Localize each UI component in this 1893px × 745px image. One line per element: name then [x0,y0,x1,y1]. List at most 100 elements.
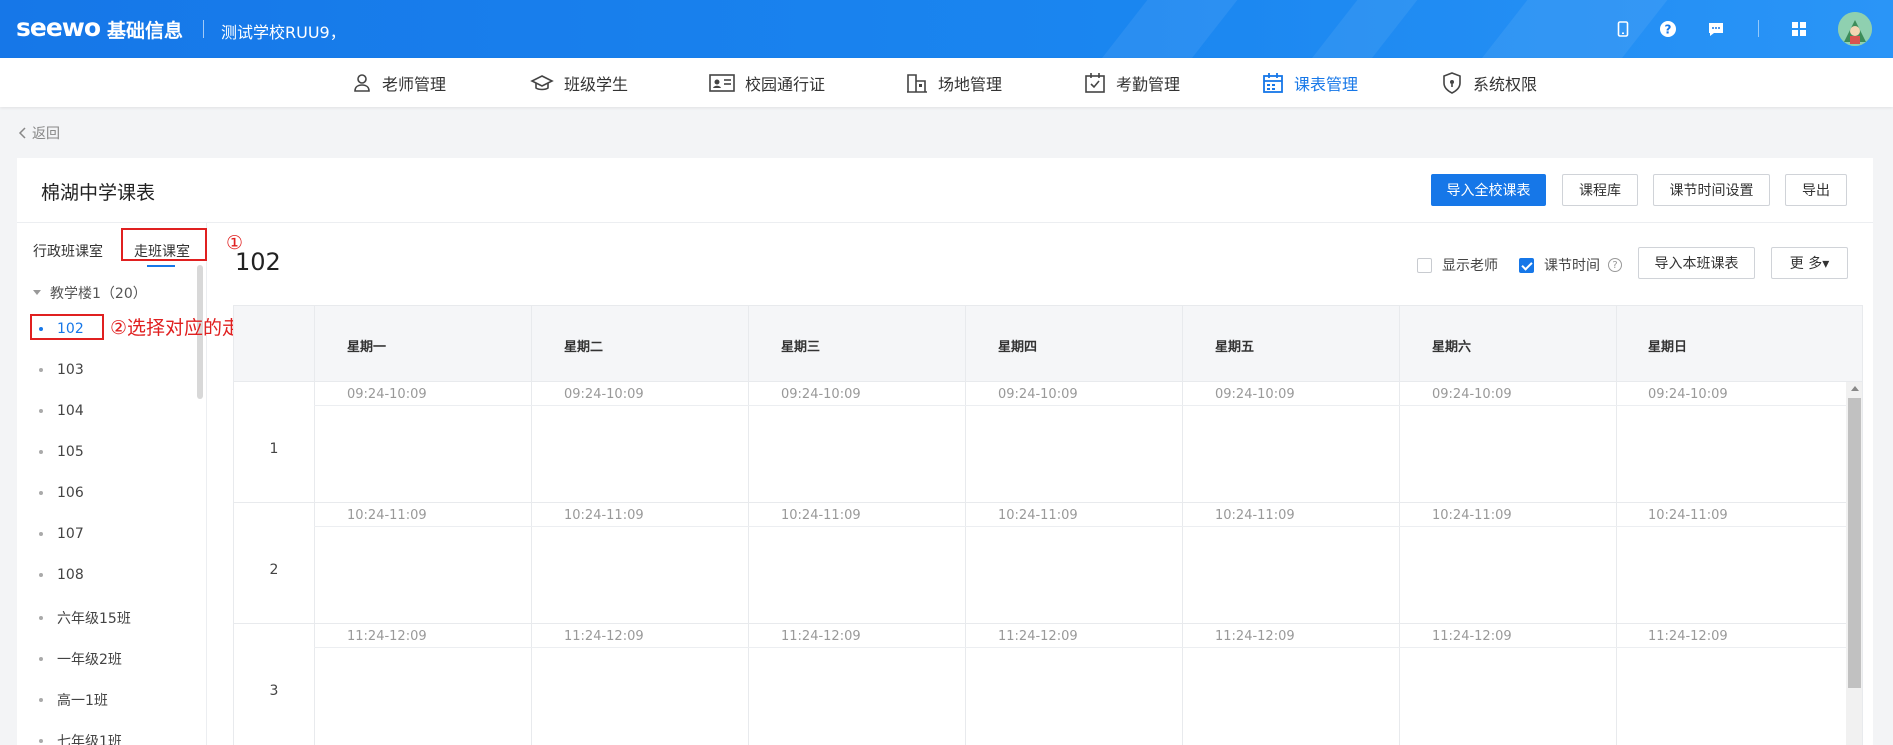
period-time: 10:24-11:09 [1432,508,1512,523]
day-header: 星期一 [347,340,387,355]
period-time: 11:24-12:09 [998,629,1078,644]
day-header: 星期日 [1648,340,1688,355]
header-decoration [1084,0,1246,58]
period-time: 09:24-10:09 [347,387,427,402]
nav-item-attendance[interactable]: 考勤管理 [1084,70,1180,96]
annotation-box-tab [121,228,207,261]
annotation-box-room [30,314,104,340]
day-header: 星期六 [1432,340,1472,355]
tree-item[interactable]: 七年级1班 [39,731,122,745]
building-icon [907,74,927,93]
caret-down-icon [33,290,41,295]
tree-item[interactable]: 一年级2班 [39,649,122,669]
top-header: seewo 基础信息 测试学校RUU9， ? [0,0,1893,58]
nav-item-permissions[interactable]: 系统权限 [1441,70,1537,96]
period-time: 09:24-10:09 [1215,387,1295,402]
period-time: 10:24-11:09 [564,508,644,523]
timetable-panel: 棉湖中学课表 导入全校课表 课程库 课节时间设置 导出 行政班课室 走班课室 教… [17,158,1873,745]
room-title: 102 [235,248,281,276]
tree-item[interactable]: 103 [39,362,84,378]
period-number: 2 [269,562,279,578]
tree-item[interactable]: 106 [39,485,84,501]
back-label: 返回 [32,126,60,142]
header-separator [1758,20,1759,37]
export-button[interactable]: 导出 [1785,174,1847,206]
apps-icon[interactable] [1788,18,1810,40]
logo: seewo [16,13,101,42]
nav-item-timetable[interactable]: 课表管理 [1262,70,1358,96]
tree-item[interactable]: 104 [39,403,84,419]
timetable-icon [1263,73,1283,93]
period-time: 10:24-11:09 [1215,508,1295,523]
course-library-button[interactable]: 课程库 [1562,174,1638,206]
active-tab-indicator [147,265,175,267]
tree-item[interactable]: 六年级15班 [39,608,131,628]
tree-item[interactable]: 108 [39,567,84,583]
message-icon[interactable] [1705,18,1727,40]
period-time-checkbox[interactable]: 课节时间 ? [1519,255,1622,275]
page-title: 棉湖中学课表 [41,182,156,204]
period-time: 11:24-12:09 [1215,629,1295,644]
user-icon [354,74,370,92]
nav-item-teachers[interactable]: 老师管理 [352,70,446,96]
timetable-grid: 星期一 星期二 星期三 星期四 星期五 星期六 星期日 1 09:24-10:0… [233,305,1863,745]
tab-admin-rooms[interactable]: 行政班课室 [33,241,103,261]
tree-item[interactable]: 高一1班 [39,690,108,710]
period-number: 3 [269,683,279,699]
header-decoration [1464,0,1676,58]
grid-header [234,306,1862,382]
day-header: 星期五 [1215,340,1255,355]
chevron-left-icon [18,127,26,139]
main-nav: 老师管理 班级学生 校园通行证 场地管理 考勤管理 课表管理 系统权限 [0,58,1893,107]
nav-item-label: 考勤管理 [1116,75,1181,94]
day-header: 星期三 [781,340,821,355]
period-time: 11:24-12:09 [1432,629,1512,644]
header-decoration [1294,0,1426,58]
nav-item-label: 班级学生 [564,75,629,94]
scroll-up-icon[interactable] [1851,386,1859,391]
period-time: 11:24-12:09 [781,629,861,644]
nav-item-campus-pass[interactable]: 校园通行证 [709,70,825,96]
svg-text:?: ? [1665,23,1672,37]
school-name[interactable]: 测试学校RUU9， [221,19,346,43]
day-header: 星期二 [564,340,604,355]
day-header: 星期四 [998,340,1038,355]
tree-item[interactable]: 105 [39,444,84,460]
id-card-icon [709,74,735,92]
graduation-cap-icon [530,75,554,91]
back-link[interactable]: 返回 [18,123,60,143]
period-time: 10:24-11:09 [998,508,1078,523]
show-teacher-checkbox[interactable]: 显示老师 [1417,255,1498,275]
header-divider [203,20,204,38]
period-time: 09:24-10:09 [1648,387,1728,402]
avatar[interactable] [1838,12,1872,46]
tree-item[interactable]: 107 [39,526,84,542]
scrollbar-thumb[interactable] [1848,398,1861,688]
nav-item-label: 场地管理 [938,75,1003,94]
period-time: 10:24-11:09 [781,508,861,523]
checkbox-box [1417,257,1432,273]
period-time: 10:24-11:09 [347,508,427,523]
period-time: 09:24-10:09 [998,387,1078,402]
import-all-button[interactable]: 导入全校课表 [1431,174,1546,206]
nav-item-venues[interactable]: 场地管理 [906,70,1002,96]
import-class-button[interactable]: 导入本班课表 [1638,247,1755,279]
nav-item-classes[interactable]: 班级学生 [530,70,628,96]
period-time: 09:24-10:09 [781,387,861,402]
divider [17,222,1873,223]
period-time: 11:24-12:09 [347,629,427,644]
checkbox-label: 显示老师 [1442,258,1498,274]
more-button[interactable]: 更 多▾ [1771,247,1848,279]
tree-group-building[interactable]: 教学楼1（20） [32,283,147,303]
help-icon[interactable]: ? [1608,258,1622,272]
help-icon[interactable]: ? [1657,18,1679,40]
period-number: 1 [269,441,279,457]
phone-icon[interactable] [1612,18,1634,40]
period-time: 11:24-12:09 [1648,629,1728,644]
grid-scrollbar[interactable] [1846,382,1862,745]
period-time: 10:24-11:09 [1648,508,1728,523]
nav-item-label: 系统权限 [1473,75,1538,94]
period-time-settings-button[interactable]: 课节时间设置 [1653,174,1770,206]
period-time: 11:24-12:09 [564,629,644,644]
nav-item-label: 老师管理 [382,75,447,94]
